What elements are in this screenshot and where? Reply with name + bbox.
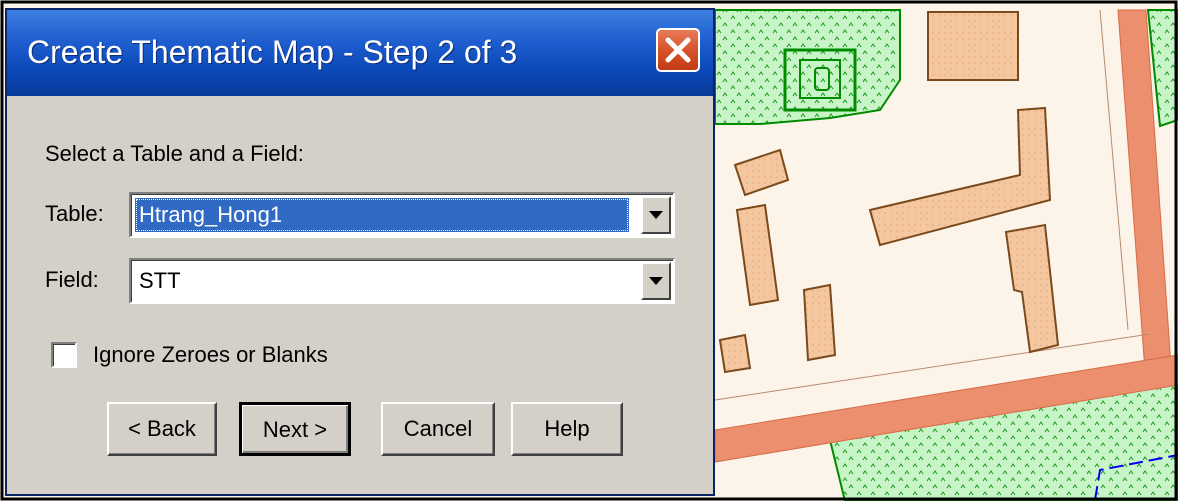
screenshot: Create Thematic Map - Step 2 of 3 Select…: [0, 0, 1178, 501]
back-button[interactable]: < Back: [107, 402, 217, 456]
table-dropdown-arrow[interactable]: [641, 196, 671, 234]
help-button[interactable]: Help: [511, 402, 623, 456]
building-4: [718, 333, 752, 374]
table-dropdown-value: Htrang_Hong1: [135, 198, 629, 232]
next-button[interactable]: Next >: [239, 402, 351, 456]
close-icon: [665, 37, 691, 63]
ignore-zeroes-label: Ignore Zeroes or Blanks: [93, 342, 328, 367]
field-dropdown[interactable]: STT: [129, 258, 675, 304]
ignore-zeroes-checkbox[interactable]: [51, 342, 77, 368]
title-bar[interactable]: Create Thematic Map - Step 2 of 3: [7, 10, 713, 96]
building-1: [927, 11, 1019, 81]
field-label: Field:: [45, 267, 99, 292]
green-area-north: [714, 9, 901, 125]
table-label: Table:: [45, 201, 104, 226]
field-dropdown-arrow[interactable]: [641, 262, 671, 300]
chevron-down-icon: [649, 211, 663, 219]
chevron-down-icon: [649, 277, 663, 285]
table-dropdown[interactable]: Htrang_Hong1: [129, 192, 675, 238]
building-7: [802, 283, 837, 362]
close-button[interactable]: [656, 28, 700, 72]
dialog-title: Create Thematic Map - Step 2 of 3: [27, 34, 518, 70]
field-dropdown-value: STT: [139, 268, 181, 293]
dialog-body: Select a Table and a Field: Table: Htran…: [7, 96, 713, 494]
create-thematic-map-dialog: Create Thematic Map - Step 2 of 3 Select…: [5, 8, 715, 496]
cancel-button[interactable]: Cancel: [381, 402, 495, 456]
instruction-label: Select a Table and a Field:: [45, 141, 304, 166]
